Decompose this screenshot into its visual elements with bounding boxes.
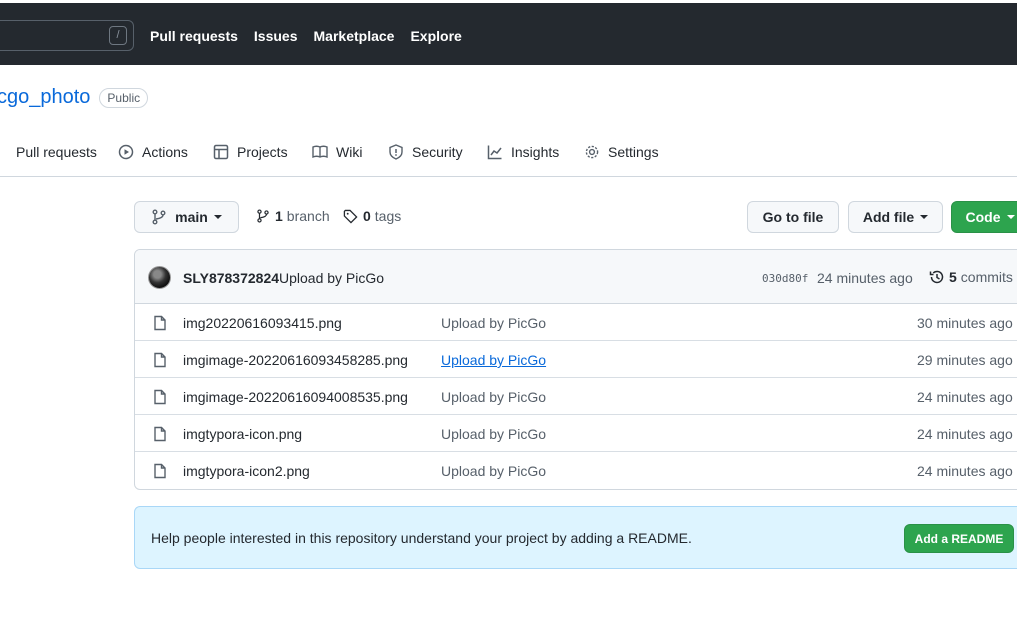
- tag-icon: [343, 209, 358, 224]
- chevron-down-icon: [213, 215, 222, 219]
- file-icon: [154, 315, 166, 331]
- code-button[interactable]: Code: [951, 201, 1017, 233]
- tab-security[interactable]: Security: [388, 144, 463, 160]
- file-commit-time: 24 minutes ago: [917, 389, 1013, 405]
- shield-icon: [389, 144, 403, 160]
- table-icon: [213, 144, 229, 160]
- commit-sha[interactable]: 030d80f: [762, 272, 808, 285]
- tab-label: Wiki: [336, 144, 363, 160]
- table-row: imgtypora-icon.png Upload by PicGo 24 mi…: [135, 415, 1017, 452]
- file-commit-message[interactable]: Upload by PicGo: [441, 426, 546, 442]
- tab-pull-requests[interactable]: Pull requests: [0, 144, 97, 160]
- global-nav: Pull requests Issues Marketplace Explore: [150, 28, 478, 44]
- commit-time: 24 minutes ago: [817, 270, 913, 286]
- code-label: Code: [965, 209, 1001, 225]
- avatar[interactable]: [148, 266, 171, 289]
- nav-pull-requests[interactable]: Pull requests: [150, 28, 238, 44]
- latest-commit-row: SLY878372824 Upload by PicGo 030d80f 24 …: [135, 250, 1017, 304]
- gear-icon: [585, 145, 599, 159]
- file-commit-message[interactable]: Upload by PicGo: [441, 315, 546, 331]
- pull-request-icon: [0, 144, 8, 160]
- play-icon: [118, 144, 134, 160]
- table-row: img20220616093415.png Upload by PicGo 30…: [135, 304, 1017, 341]
- tab-label: Settings: [608, 144, 659, 160]
- file-icon: [154, 352, 166, 368]
- readme-banner: Help people interested in this repositor…: [134, 506, 1017, 569]
- chevron-down-icon: [1006, 215, 1015, 219]
- repo-nav: Pull requests Actions Projects Wiki Secu…: [0, 142, 1017, 177]
- table-row: imgimage-20220616093458285.png Upload by…: [135, 341, 1017, 378]
- repo-name-link[interactable]: cgo_photo: [0, 86, 90, 109]
- branch-select-button[interactable]: main: [134, 201, 239, 233]
- add-readme-label: Add a README: [914, 531, 1004, 546]
- branch-icon: [257, 209, 269, 223]
- tab-label: Pull requests: [16, 144, 97, 160]
- visibility-badge: Public: [99, 87, 149, 108]
- table-row: imgimage-20220616094008535.png Upload by…: [135, 378, 1017, 415]
- commit-message[interactable]: Upload by PicGo: [279, 270, 384, 286]
- go-to-file-label: Go to file: [762, 209, 824, 225]
- file-icon: [154, 426, 166, 442]
- file-commit-message[interactable]: Upload by PicGo: [441, 352, 546, 368]
- add-readme-button[interactable]: Add a README: [904, 524, 1014, 553]
- file-name-link[interactable]: imgtypora-icon.png: [183, 426, 302, 442]
- tab-label: Security: [412, 144, 463, 160]
- file-commit-time: 30 minutes ago: [917, 315, 1013, 331]
- commit-count: 5: [949, 269, 957, 285]
- tab-actions[interactable]: Actions: [118, 144, 188, 160]
- tag-count-label: tags: [374, 208, 402, 224]
- tab-label: Actions: [142, 144, 188, 160]
- branch-count: 1: [275, 208, 283, 224]
- file-icon: [154, 463, 166, 479]
- file-list: SLY878372824 Upload by PicGo 030d80f 24 …: [134, 249, 1017, 490]
- graph-icon: [487, 145, 502, 160]
- file-commit-time: 29 minutes ago: [917, 352, 1013, 368]
- chevron-down-icon: [920, 215, 929, 219]
- tab-wiki[interactable]: Wiki: [312, 144, 362, 160]
- file-name-link[interactable]: imgimage-20220616093458285.png: [183, 352, 408, 368]
- search-input[interactable]: /: [0, 20, 134, 51]
- nav-issues[interactable]: Issues: [254, 28, 298, 44]
- tab-insights[interactable]: Insights: [487, 144, 559, 160]
- tags-link[interactable]: 0 tags: [343, 208, 401, 224]
- file-commit-message[interactable]: Upload by PicGo: [441, 389, 546, 405]
- table-row: imgtypora-icon2.png Upload by PicGo 24 m…: [135, 452, 1017, 489]
- tag-count: 0: [363, 208, 371, 224]
- branch-icon: [152, 209, 166, 225]
- add-file-label: Add file: [862, 209, 915, 225]
- commit-author[interactable]: SLY878372824: [183, 270, 279, 286]
- commit-count-label: commits: [960, 269, 1013, 285]
- file-commit-time: 24 minutes ago: [917, 463, 1013, 479]
- file-name-link[interactable]: img20220616093415.png: [183, 315, 342, 331]
- history-icon: [929, 270, 944, 284]
- tab-label: Insights: [511, 144, 560, 160]
- tab-projects[interactable]: Projects: [213, 144, 288, 160]
- global-header: / Pull requests Issues Marketplace Explo…: [0, 3, 1017, 65]
- nav-marketplace[interactable]: Marketplace: [314, 28, 395, 44]
- file-name-link[interactable]: imgimage-20220616094008535.png: [183, 389, 408, 405]
- branch-count-label: branch: [286, 208, 330, 224]
- book-icon: [312, 145, 328, 159]
- search-shortcut-key: /: [109, 26, 127, 45]
- branches-link[interactable]: 1 branch: [256, 208, 330, 224]
- repo-title: cgo_photo Public: [0, 86, 149, 109]
- tab-settings[interactable]: Settings: [584, 144, 659, 160]
- branch-name: main: [175, 209, 208, 225]
- nav-explore[interactable]: Explore: [410, 28, 461, 44]
- file-commit-message[interactable]: Upload by PicGo: [441, 463, 546, 479]
- go-to-file-button[interactable]: Go to file: [747, 201, 839, 233]
- tab-label: Projects: [237, 144, 288, 160]
- commits-link[interactable]: 5 commits: [929, 269, 1013, 285]
- readme-prompt-text: Help people interested in this repositor…: [151, 530, 692, 546]
- file-commit-time: 24 minutes ago: [917, 426, 1013, 442]
- file-icon: [154, 389, 166, 405]
- add-file-button[interactable]: Add file: [848, 201, 943, 233]
- file-name-link[interactable]: imgtypora-icon2.png: [183, 463, 310, 479]
